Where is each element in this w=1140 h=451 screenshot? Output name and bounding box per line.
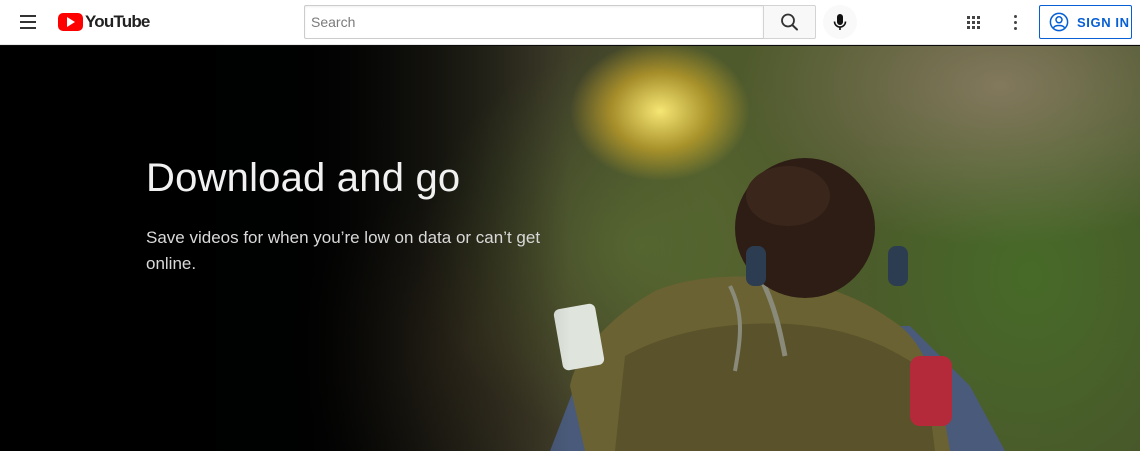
apps-grid-icon[interactable] xyxy=(962,10,986,34)
logo-text: YouTube xyxy=(85,12,150,31)
hero-title: Download and go xyxy=(146,156,461,200)
youtube-logo-icon xyxy=(58,13,83,31)
mic-icon xyxy=(833,14,847,30)
search-icon xyxy=(781,13,798,31)
sign-in-label: SIGN IN xyxy=(1077,14,1130,30)
youtube-logo[interactable]: YouTube xyxy=(58,11,150,33)
menu-icon[interactable] xyxy=(14,9,42,35)
more-vert-icon[interactable] xyxy=(1004,10,1026,34)
search-button[interactable] xyxy=(763,5,816,39)
top-bar: YouTube SIGN IN xyxy=(0,0,1140,45)
search-input[interactable] xyxy=(305,6,763,38)
hero-banner: Download and go Save videos for when you… xyxy=(0,46,1140,451)
search-box xyxy=(304,5,763,39)
voice-search-button[interactable] xyxy=(823,5,857,39)
account-circle-icon xyxy=(1049,12,1069,32)
sign-in-button[interactable]: SIGN IN xyxy=(1039,5,1132,39)
hero-subtitle: Save videos for when you’re low on data … xyxy=(146,228,541,273)
